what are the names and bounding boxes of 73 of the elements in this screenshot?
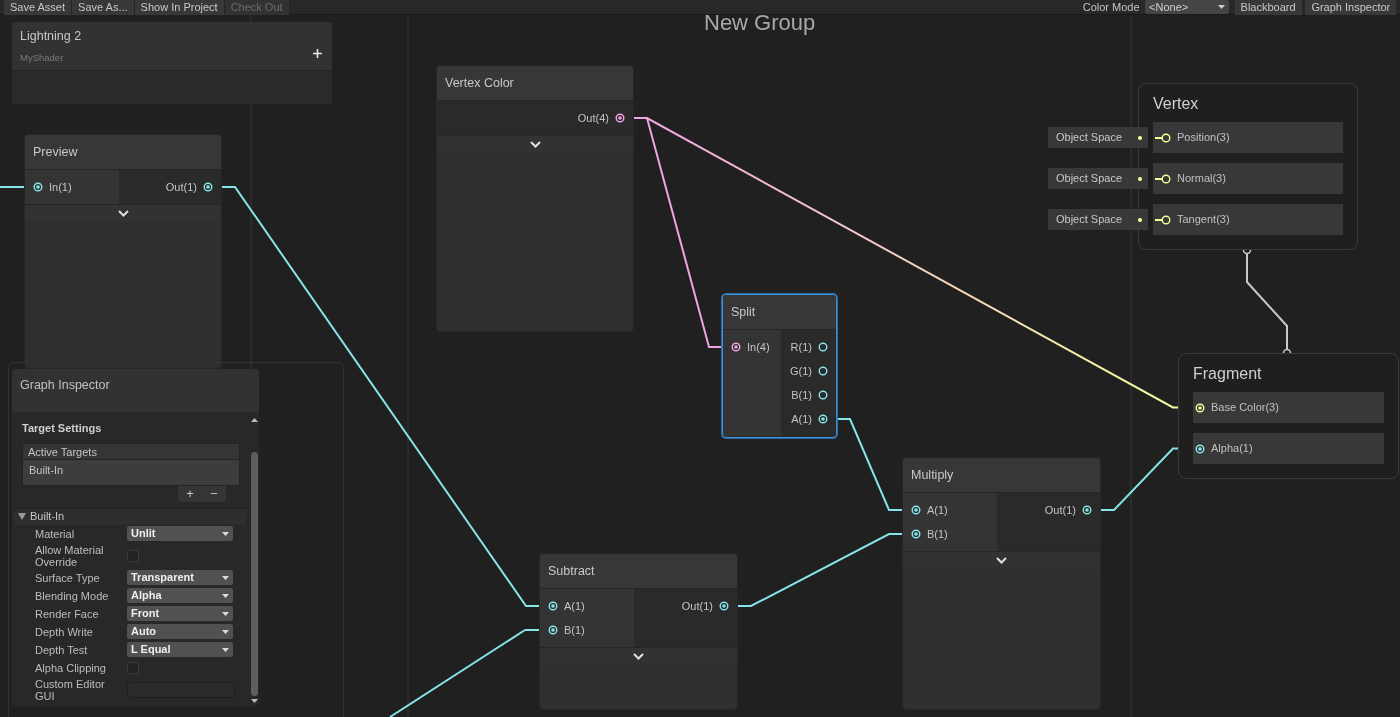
node-card[interactable]: Subtract A(1) B(1) Out(1) — [539, 553, 738, 710]
caret-icon — [222, 629, 229, 634]
field-label: Depth Write — [35, 625, 94, 638]
list-header: Active Targets — [23, 443, 239, 460]
dropdown-field[interactable]: Transparent — [127, 570, 233, 585]
remove-button[interactable]: − — [210, 486, 218, 501]
context-title: Vertex — [1153, 94, 1200, 114]
toolbar-button[interactable]: Save Asset — [4, 0, 73, 15]
node-title: Preview — [25, 135, 221, 170]
blackboard-subtitle: MyShader — [20, 50, 64, 65]
dropdown-field[interactable]: Unlit — [127, 526, 233, 541]
node-card[interactable]: Multiply A(1) B(1) Out(1) — [902, 457, 1101, 710]
toolbar-button[interactable]: Graph Inspector — [1305, 0, 1398, 15]
default-value-field[interactable]: Object Space — [1048, 127, 1148, 148]
output-port[interactable]: A(1) — [781, 407, 836, 431]
output-port[interactable]: G(1) — [781, 359, 836, 383]
toolbar-button[interactable]: Blackboard — [1234, 0, 1303, 15]
input-port[interactable]: B(1) — [903, 522, 997, 546]
scroll-down-icon — [251, 699, 258, 703]
input-port[interactable]: A(1) — [903, 498, 997, 522]
color-mode-dropdown[interactable]: <None> — [1145, 0, 1230, 14]
field-label: Surface Type — [35, 571, 101, 584]
field-label: Alpha Clipping — [35, 661, 107, 674]
field-label: Blending Mode — [35, 589, 110, 602]
node-title: Multiply — [903, 458, 1100, 493]
connector-line — [1155, 218, 1163, 221]
default-value-field[interactable]: Object Space — [1048, 168, 1148, 189]
connector-line — [1155, 177, 1163, 180]
block-port[interactable]: Base Color(3) — [1193, 392, 1384, 423]
field-label: Render Face — [35, 607, 100, 620]
node-title: Split — [723, 295, 836, 330]
section-header[interactable]: Built-In — [14, 507, 246, 525]
inspector-title: Graph Inspector — [12, 369, 259, 412]
context-title: Fragment — [1193, 364, 1263, 384]
caret-icon — [222, 611, 229, 616]
caret-icon — [222, 593, 229, 598]
node-card[interactable]: Vertex Color Out(4) — [436, 65, 634, 332]
caret-icon — [222, 575, 229, 580]
field-label: Custom Editor GUI — [35, 677, 106, 702]
input-port[interactable]: A(1) — [540, 594, 634, 618]
field-label: Depth Test — [35, 643, 89, 656]
color-mode-label: Color Mode — [1082, 0, 1140, 15]
dot-icon — [1138, 176, 1142, 181]
dropdown-field[interactable]: Alpha — [127, 588, 233, 603]
toolbar-button[interactable]: Show In Project — [134, 0, 225, 15]
dot-icon — [1138, 135, 1142, 140]
node-card[interactable]: Preview In(1) Out(1) — [24, 134, 222, 369]
group-title: New Group — [704, 15, 816, 37]
dropdown-field[interactable]: Front — [127, 606, 233, 621]
field-label: Material — [35, 527, 76, 540]
caret-icon — [222, 647, 229, 652]
scroll-up-icon — [251, 418, 258, 422]
caret-icon — [1218, 5, 1226, 9]
block-port[interactable]: Alpha(1) — [1193, 433, 1384, 464]
caret-icon — [222, 531, 229, 536]
blackboard-title: Lightning 2 — [20, 28, 83, 45]
node-card[interactable]: Split In(4) R(1) G(1) B(1) A(1) — [722, 294, 837, 438]
dropdown-field[interactable]: L Equal — [127, 642, 233, 657]
input-port[interactable]: B(1) — [540, 618, 634, 642]
node-title: Vertex Color — [437, 66, 633, 101]
add-button[interactable]: + — [186, 486, 194, 501]
toolbar-button[interactable]: Save As... — [72, 0, 135, 15]
output-port[interactable]: R(1) — [781, 335, 836, 359]
list-item[interactable]: Built-In — [23, 459, 239, 485]
add-icon[interactable] — [313, 49, 322, 58]
default-value-field[interactable]: Object Space — [1048, 209, 1148, 230]
node-title: Subtract — [540, 554, 737, 589]
section-title: Target Settings — [22, 421, 103, 436]
dot-icon — [1138, 217, 1142, 222]
connector-line — [1155, 136, 1163, 139]
dropdown-field[interactable]: Auto — [127, 624, 233, 639]
field-label: Allow Material Override — [35, 543, 105, 568]
output-port[interactable]: B(1) — [781, 383, 836, 407]
